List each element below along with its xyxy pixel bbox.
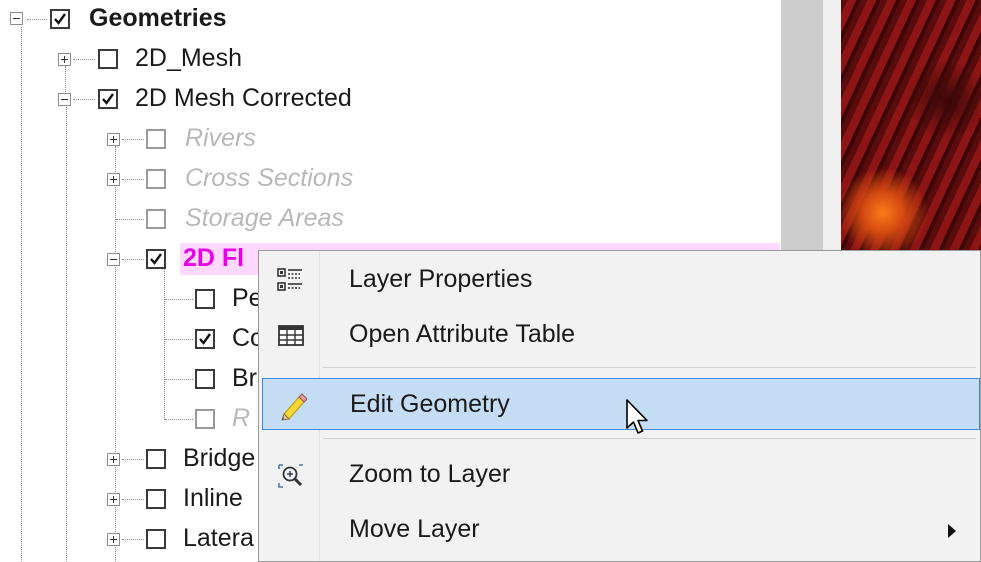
tree-label-cross-sections[interactable]: Cross Sections xyxy=(185,163,353,193)
menu-label: Zoom to Layer xyxy=(349,460,511,488)
menu-label: Move Layer xyxy=(349,515,480,543)
tree-connector xyxy=(122,259,144,260)
menu-item-edit-geometry[interactable]: Edit Geometry xyxy=(262,378,980,430)
zoom-icon xyxy=(276,461,306,491)
tree-connector xyxy=(165,299,193,300)
tree-connector xyxy=(66,107,67,562)
checkbox-2d-mesh[interactable] xyxy=(98,49,118,69)
tree-connector xyxy=(164,266,165,420)
tree-label-storage-areas[interactable]: Storage Areas xyxy=(185,203,344,233)
menu-item-move-layer[interactable]: Move Layer xyxy=(262,504,980,556)
menu-separator xyxy=(323,367,976,368)
checkbox-child-4[interactable] xyxy=(195,409,215,429)
checkbox-child-1[interactable] xyxy=(195,289,215,309)
menu-item-open-attribute-table[interactable]: Open Attribute Table xyxy=(262,309,980,361)
tree-label-geometries[interactable]: Geometries xyxy=(89,3,227,33)
table-icon xyxy=(276,321,306,351)
tree-label-2d-mesh[interactable]: 2D_Mesh xyxy=(135,43,242,73)
tree-connector xyxy=(122,139,144,140)
checkbox-rivers[interactable] xyxy=(146,129,166,149)
collapse-toggle[interactable] xyxy=(58,93,71,106)
pencil-icon xyxy=(277,391,308,421)
layer-properties-icon xyxy=(276,266,306,296)
tree-connector xyxy=(165,419,193,420)
map-view[interactable] xyxy=(841,0,981,250)
menu-label: Edit Geometry xyxy=(350,390,510,418)
tree-connector xyxy=(122,459,144,460)
expand-toggle[interactable] xyxy=(107,493,120,506)
expand-toggle[interactable] xyxy=(107,453,120,466)
checkbox-cross-sections[interactable] xyxy=(146,169,166,189)
menu-item-zoom-to-layer[interactable]: Zoom to Layer xyxy=(262,449,980,501)
checkbox-2d-mesh-corrected[interactable] xyxy=(98,89,118,109)
tree-label-inline[interactable]: Inline xyxy=(183,483,243,513)
checkbox-inline[interactable] xyxy=(146,489,166,509)
tree-label-child-3[interactable]: Br xyxy=(232,363,257,393)
collapse-toggle[interactable] xyxy=(10,12,23,25)
menu-label: Open Attribute Table xyxy=(349,320,576,348)
context-menu: Layer Properties Open Attribute Table Ed… xyxy=(258,250,981,562)
expand-toggle[interactable] xyxy=(107,533,120,546)
expand-toggle[interactable] xyxy=(107,133,120,146)
tree-connector xyxy=(116,219,144,220)
tree-label-rivers[interactable]: Rivers xyxy=(185,123,256,153)
checkbox-child-2[interactable] xyxy=(195,329,215,349)
checkbox-2d-flow-areas[interactable] xyxy=(146,249,166,269)
tree-label-2d-flow-areas[interactable]: 2D Fl xyxy=(183,243,244,273)
checkbox-child-3[interactable] xyxy=(195,369,215,389)
menu-item-layer-properties[interactable]: Layer Properties xyxy=(262,254,980,306)
checkbox-lateral[interactable] xyxy=(146,529,166,549)
checkbox-bridges[interactable] xyxy=(146,449,166,469)
tree-connector xyxy=(73,99,95,100)
tree-connector xyxy=(73,59,95,60)
mouse-cursor-icon xyxy=(625,398,651,443)
menu-label: Layer Properties xyxy=(349,265,533,293)
checkbox-storage-areas[interactable] xyxy=(146,209,166,229)
collapse-toggle[interactable] xyxy=(107,253,120,266)
tree-connector xyxy=(165,379,193,380)
tree-label-bridges[interactable]: Bridge xyxy=(183,443,255,473)
checkbox-geometries[interactable] xyxy=(50,9,70,29)
expand-toggle[interactable] xyxy=(58,53,71,66)
tree-label-child-4[interactable]: R xyxy=(232,403,250,433)
tree-connector xyxy=(122,499,144,500)
tree-connector xyxy=(21,27,22,562)
tree-label-lateral[interactable]: Latera xyxy=(183,523,254,553)
tree-connector xyxy=(122,539,144,540)
tree-connector xyxy=(122,179,144,180)
submenu-arrow-icon xyxy=(948,524,956,538)
tree-connector xyxy=(165,339,193,340)
expand-toggle[interactable] xyxy=(107,173,120,186)
tree-connector xyxy=(27,19,47,20)
tree-label-2d-mesh-corrected[interactable]: 2D Mesh Corrected xyxy=(135,83,352,113)
